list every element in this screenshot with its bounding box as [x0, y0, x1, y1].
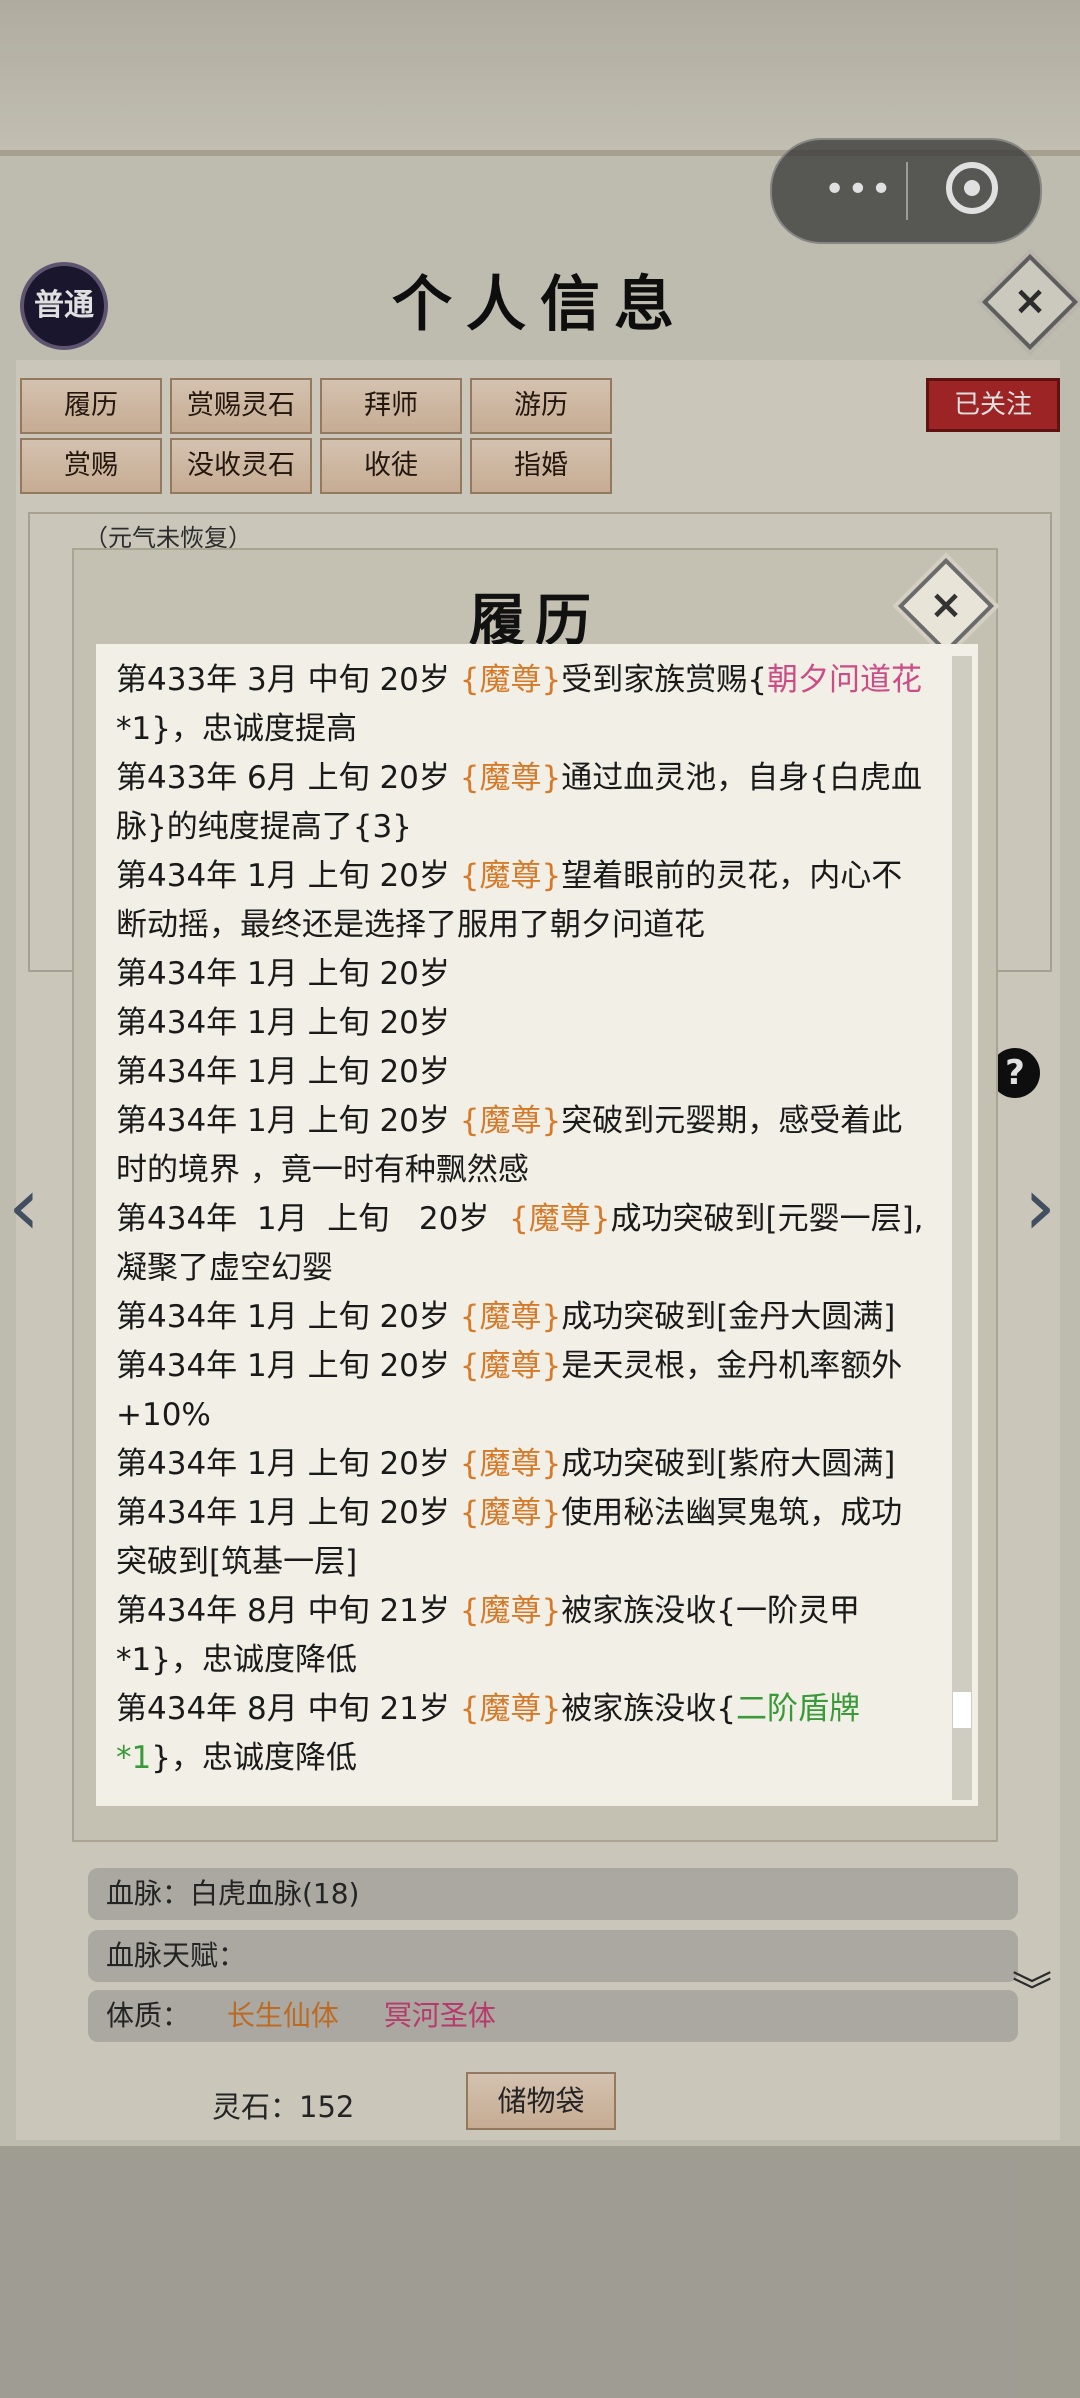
scrollbar[interactable] [952, 656, 972, 1800]
entry-date: 第434年 8月 中旬 21岁 [116, 1691, 460, 1727]
entry-title-tag: {魔尊} [459, 1593, 562, 1629]
entry-date: 第434年 1月 上旬 20岁 [116, 1103, 460, 1139]
history-entry: 第434年 1月 上旬 20岁 {魔尊}望着眼前的灵花，内心不断动摇，最终还是选… [116, 852, 928, 950]
history-entry: 第434年 8月 中旬 21岁 {魔尊}被家族没收{一阶灵甲*1}，忠诚度降低 [116, 1587, 928, 1685]
history-entry: 第433年 3月 中旬 20岁 {魔尊}受到家族赏赐{朝夕问道花 *1}，忠诚度提… [116, 656, 928, 754]
history-entry: 第434年 1月 上旬 20岁 {魔尊}使用秘法幽冥鬼筑，成功突破到[筑基一层] [116, 1489, 928, 1587]
history-entries: 第433年 3月 中旬 20岁 {魔尊}受到家族赏赐{朝夕问道花*1}，忠诚度提… [116, 656, 928, 1783]
entry-date: 第434年 1月 上旬 20岁 [116, 1201, 510, 1237]
entry-text: 被家族没收{ [561, 1691, 736, 1727]
entry-date: 第433年 3月 中旬 20岁 [116, 662, 460, 698]
entry-title-tag: {魔尊} [459, 1495, 562, 1531]
entry-item: 朝夕问道花 [766, 662, 922, 698]
entry-date: 第434年 1月 上旬 20岁 [116, 1054, 450, 1090]
entry-title-tag: {魔尊} [459, 1691, 562, 1727]
history-entry: 第434年 1月 上旬 20岁 {魔尊}突破到元婴期，感受着此时的境界 ，竟一时… [116, 1097, 928, 1195]
entry-tail: }，忠诚度降低 [151, 1740, 357, 1776]
entry-title-tag: {魔尊} [459, 1446, 562, 1482]
entry-title-tag: {魔尊} [459, 760, 562, 796]
history-entry: 第434年 1月 上旬 20岁 {魔尊}成功突破到[金丹大圆满] [116, 1293, 928, 1342]
history-entry: 第434年 1月 上旬 20岁 [116, 999, 928, 1048]
history-log[interactable]: 第433年 3月 中旬 20岁 {魔尊}受到家族赏赐{朝夕问道花*1}，忠诚度提… [96, 644, 978, 1806]
entry-tail: *1}，忠诚度提高 [116, 711, 357, 747]
history-entry: 第434年 8月 中旬 21岁 {魔尊}被家族没收{二阶盾牌*1}，忠诚度降低 [116, 1685, 928, 1783]
entry-title-tag: {魔尊} [459, 1299, 562, 1335]
entry-text: 成功突破到[金丹大圆满] [561, 1299, 896, 1335]
scrollbar-thumb[interactable] [953, 1692, 971, 1728]
entry-title-tag: {魔尊} [459, 1348, 562, 1384]
entry-date: 第434年 1月 上旬 20岁 [116, 1348, 460, 1384]
entry-title-tag: {魔尊} [459, 1103, 562, 1139]
history-entry: 第434年 1月 上旬 20岁 {魔尊}是天灵根，金丹机率额外+10% [116, 1342, 928, 1440]
entry-text: 成功突破到[紫府大圆满] [561, 1446, 896, 1482]
history-entry: 第434年 1月 上旬 20岁 {魔尊}成功突破到[紫府大圆满] [116, 1440, 928, 1489]
entry-date: 第434年 1月 上旬 20岁 [116, 1005, 450, 1041]
history-modal: 履历 × 第433年 3月 中旬 20岁 {魔尊}受到家族赏赐{朝夕问道花*1}… [72, 548, 998, 1842]
entry-title-tag: {魔尊} [459, 858, 562, 894]
history-entry: 第434年 1月 上旬 20岁 [116, 950, 928, 999]
entry-date: 第434年 1月 上旬 20岁 [116, 1495, 460, 1531]
close-icon: × [929, 582, 963, 628]
entry-text: 受到家族赏赐{ [561, 662, 767, 698]
history-entry: 第434年 1月 上旬 20岁 [116, 1048, 928, 1097]
history-entry: 第433年 6月 上旬 20岁 {魔尊}通过血灵池，自身{白虎血脉}的纯度提高了… [116, 754, 928, 852]
entry-date: 第434年 1月 上旬 20岁 [116, 956, 450, 992]
history-entry: 第434年 1月 上旬 20岁 {魔尊}成功突破到[元婴一层],凝聚了虚空幻婴 [116, 1195, 928, 1293]
entry-date: 第434年 1月 上旬 20岁 [116, 858, 460, 894]
entry-date: 第434年 8月 中旬 21岁 [116, 1593, 460, 1629]
entry-title-tag: {魔尊} [459, 662, 562, 698]
entry-title-tag: {魔尊} [509, 1201, 611, 1237]
entry-date: 第434年 1月 上旬 20岁 [116, 1446, 460, 1482]
entry-date: 第434年 1月 上旬 20岁 [116, 1299, 460, 1335]
entry-date: 第433年 6月 上旬 20岁 [116, 760, 460, 796]
